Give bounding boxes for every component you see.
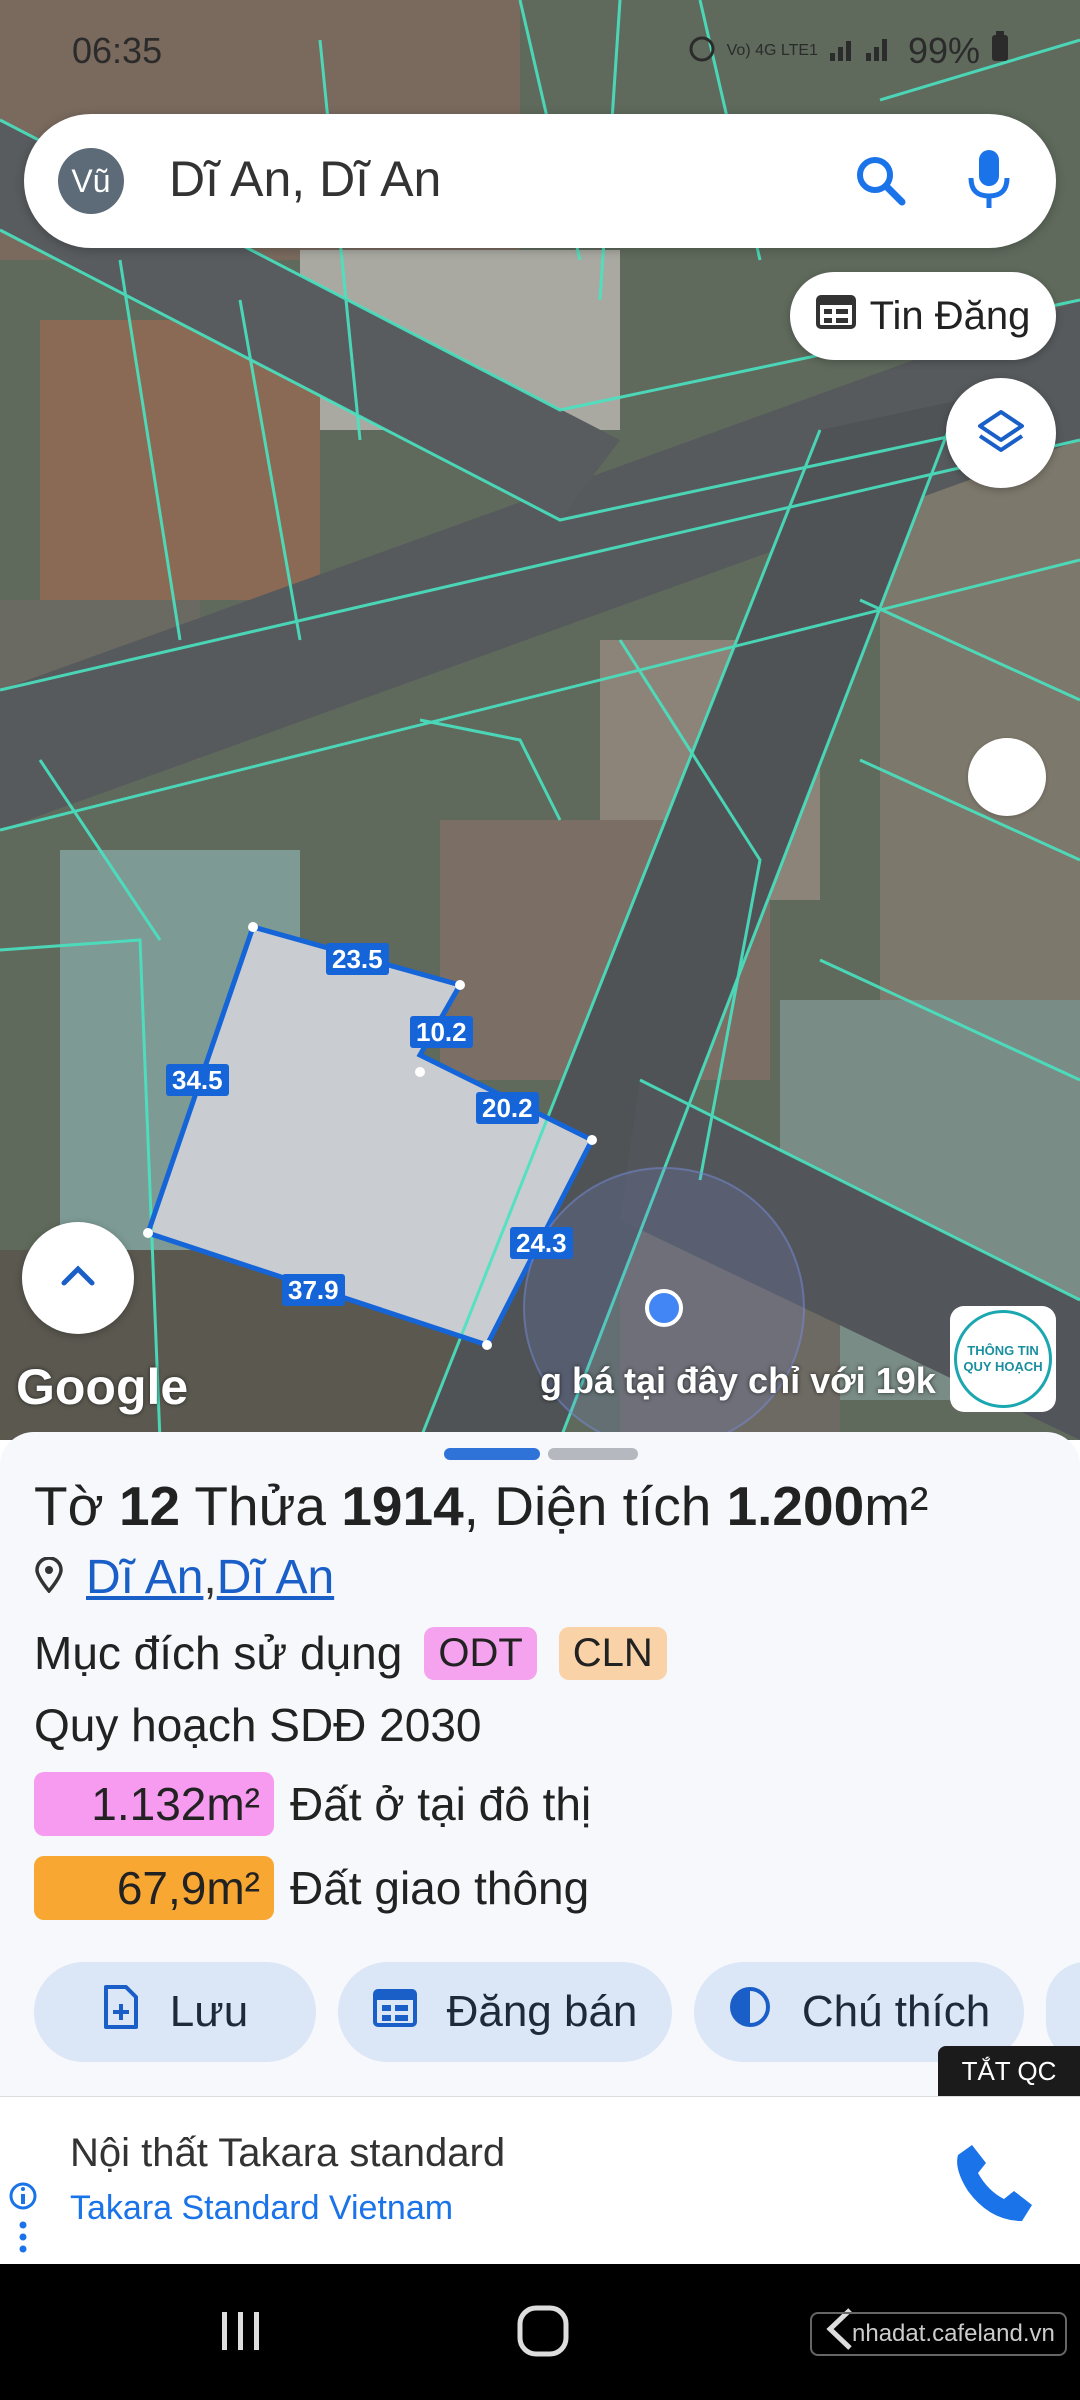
home-icon[interactable] [516, 2304, 570, 2363]
title-area-label: , Diện tích [463, 1475, 727, 1537]
title-thua: Thửa [180, 1475, 342, 1537]
area-chip-urban: 1.132m² [34, 1772, 274, 1836]
plan-label: Quy hoạch SDĐ 2030 [34, 1699, 482, 1751]
avatar[interactable]: Vũ [58, 148, 124, 214]
measurement-label: 37.9 [282, 1274, 345, 1306]
layers-icon [976, 406, 1026, 461]
system-nav-bar: nhadat.cafeland.vn [0, 2264, 1080, 2400]
quy-hoach-info-button[interactable]: THÔNG TIN QUY HOẠCH [950, 1306, 1056, 1412]
quy-hoach-badge: THÔNG TIN QUY HOẠCH [954, 1310, 1052, 1408]
legend-label: Chú thích [801, 1987, 991, 2036]
recent-apps-icon[interactable] [216, 2306, 266, 2361]
map-control-button[interactable] [968, 738, 1046, 816]
microphone-icon[interactable] [966, 148, 1012, 217]
hide-ads-button[interactable]: TẮT QC [938, 2046, 1080, 2096]
calendar-list-icon [372, 1987, 417, 2038]
area-chip-traffic: 67,9m² [34, 1856, 274, 1920]
title-to: Tờ [34, 1475, 119, 1537]
measurement-label: 10.2 [410, 1016, 473, 1048]
measurement-label: 24.3 [510, 1227, 573, 1259]
measurement-label: 20.2 [476, 1092, 539, 1124]
alarm-icon [687, 30, 717, 72]
area-row: 67,9m² Đất giao thông [34, 1856, 589, 1920]
land-use-tag-odt[interactable]: ODT [424, 1626, 537, 1680]
location-link-city[interactable]: Dĩ An [217, 1550, 334, 1605]
location-link-ward[interactable]: Dĩ An [86, 1550, 203, 1605]
measurement-label: 34.5 [166, 1064, 229, 1096]
land-use-tag-cln[interactable]: CLN [558, 1626, 667, 1680]
save-label: Lưu [169, 1987, 249, 2036]
file-add-icon [102, 1984, 140, 2041]
area-label-urban: Đất ở tại đô thị [290, 1778, 592, 1830]
layers-button[interactable] [946, 378, 1056, 488]
ad-subtitle[interactable]: Takara Standard Vietnam [70, 2189, 453, 2228]
sheet-number: 12 [118, 1475, 181, 1537]
status-icons: Vo) 4G LTE1 99% [687, 30, 1010, 72]
network-label: Vo) 4G LTE1 [726, 42, 818, 59]
info-icon[interactable] [8, 2181, 38, 2266]
parcel-number: 1914 [341, 1475, 464, 1537]
parcel-title: Tờ 12 Thửa 1914, Diện tích 1.200m² [34, 1474, 928, 1538]
badge-line-2: QUY HOẠCH [963, 1359, 1043, 1374]
parcel-info-sheet[interactable]: Tờ 12 Thửa 1914, Diện tích 1.200m² Dĩ An… [0, 1432, 1080, 2096]
expand-up-button[interactable] [22, 1222, 134, 1334]
save-button[interactable]: Lưu [34, 1962, 316, 2062]
location-separator: , [203, 1551, 217, 1604]
status-bar: 06:35 Vo) 4G LTE1 99% [0, 0, 1080, 104]
phone-icon[interactable] [950, 2137, 1040, 2232]
ad-ticker-text[interactable]: g bá tại đây chỉ với 19k [540, 1360, 936, 1402]
location-pin-icon [34, 1550, 64, 1605]
battery-level: 99% [907, 30, 980, 71]
signal-icon [828, 30, 898, 72]
tin-dang-button[interactable]: Tin Đăng [790, 272, 1056, 360]
post-sale-label: Đăng bán [446, 1987, 638, 2036]
contrast-icon [728, 1985, 772, 2040]
area-value: 1.200 [726, 1475, 865, 1537]
badge-line-1: THÔNG TIN [967, 1343, 1039, 1358]
battery-icon [990, 30, 1010, 72]
area-label-traffic: Đất giao thông [290, 1862, 590, 1914]
search-bar[interactable]: Vũ Dĩ An, Dĩ An [24, 114, 1056, 248]
status-time: 06:35 [72, 30, 163, 71]
land-use-row: Mục đích sử dụng ODT CLN [34, 1626, 667, 1680]
sheet-handle-secondary[interactable] [548, 1448, 638, 1460]
action-bar: Lưu Đăng bán Chú thích [34, 1962, 1080, 2062]
area-row: 1.132m² Đất ở tại đô thị [34, 1772, 591, 1836]
ad-banner[interactable]: Nội thất Takara standard Takara Standard… [0, 2096, 1080, 2265]
post-sale-button[interactable]: Đăng bán [338, 1962, 672, 2062]
location-row: Dĩ An , Dĩ An [34, 1550, 334, 1605]
chevron-up-icon [58, 1263, 98, 1294]
ad-title[interactable]: Nội thất Takara standard [70, 2131, 505, 2176]
google-logo: Google [16, 1359, 189, 1415]
measurement-label: 23.5 [326, 943, 389, 975]
calendar-list-icon [815, 293, 856, 339]
land-use-label: Mục đích sử dụng [34, 1627, 403, 1679]
search-input[interactable]: Dĩ An, Dĩ An [169, 150, 441, 208]
tin-dang-label: Tin Đăng [869, 293, 1031, 338]
map-view[interactable]: 23.5 10.2 34.5 20.2 24.3 37.9 06:35 Vo) … [0, 0, 1080, 1440]
sheet-handle[interactable] [444, 1448, 540, 1460]
area-unit: m² [864, 1475, 929, 1537]
watermark: nhadat.cafeland.vn [810, 2312, 1067, 2356]
search-icon[interactable] [850, 150, 910, 215]
